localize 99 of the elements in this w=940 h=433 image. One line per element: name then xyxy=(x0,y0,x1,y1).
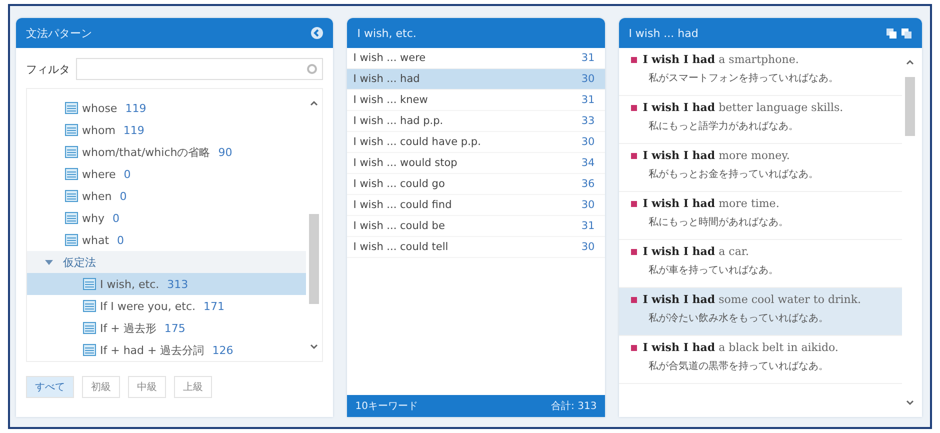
pattern-label: I wish ... could have p.p. xyxy=(353,136,481,148)
list-icon xyxy=(65,146,78,158)
pattern-row[interactable]: I wish ... had 30 xyxy=(347,69,605,90)
keyword-count: 10キーワード xyxy=(355,400,418,413)
list-icon xyxy=(65,124,78,136)
english-sentence: I wish I had more time. xyxy=(642,197,780,210)
pattern-label: I wish ... knew xyxy=(353,94,428,106)
bullet-icon xyxy=(630,200,637,206)
pattern-row[interactable]: I wish ... could go 36 xyxy=(347,174,605,195)
english-sentence: I wish I had a smartphone. xyxy=(642,53,799,66)
bullet-icon xyxy=(630,152,637,158)
list-icon xyxy=(65,234,78,246)
japanese-translation: 私が車を持っていればなあ。 xyxy=(648,264,780,277)
pattern-count: 30 xyxy=(581,199,595,211)
filter-field[interactable] xyxy=(76,58,324,80)
panel-title: I wish, etc. xyxy=(357,26,416,40)
level-button[interactable]: 上級 xyxy=(174,376,212,398)
japanese-translation: 私が合気道の黒帯を持っていればなあ。 xyxy=(648,360,830,373)
pattern-row[interactable]: I wish ... could have p.p. 30 xyxy=(347,132,605,153)
tree-item[interactable]: where 0 xyxy=(27,163,306,185)
level-button[interactable]: 初級 xyxy=(82,376,120,398)
pattern-count: 31 xyxy=(581,52,595,64)
english-sentence: I wish I had more money. xyxy=(642,149,790,162)
pattern-count: 31 xyxy=(581,94,595,106)
tree-item[interactable]: whom 119 xyxy=(27,119,306,141)
level-button[interactable]: すべて xyxy=(26,376,74,398)
sentence-item[interactable]: I wish I had a smartphone. 私がスマートフォンを持っていればなあ。 xyxy=(618,48,902,96)
tree-item[interactable]: why 0 xyxy=(27,207,306,229)
total-count: 合計: 313 xyxy=(551,400,597,413)
list-icon xyxy=(83,344,96,356)
japanese-translation: 私が冷たい飲み水をもっていればなあ。 xyxy=(648,312,830,325)
bullet-icon xyxy=(630,296,637,302)
scrollbar-thumb[interactable] xyxy=(309,214,320,304)
panel-title: 文法パターン xyxy=(26,26,92,40)
list-icon xyxy=(65,190,78,202)
pattern-count: 36 xyxy=(581,178,595,190)
sentence-item[interactable]: I wish I had better language skills. 私にもっと語学力があればなあ。 xyxy=(618,96,902,144)
english-sentence: I wish I had a car. xyxy=(642,245,749,258)
japanese-translation: 私がスマートフォンを持っていればなあ。 xyxy=(648,72,840,85)
bullet-icon xyxy=(630,248,637,254)
sentence-item[interactable]: I wish I had some cool water to drink. 私が冷たい飲み水をもっていればなあ。 xyxy=(618,288,902,336)
english-sentence: I wish I had some cool water to drink. xyxy=(642,293,862,306)
tree-item[interactable]: If + 過去形 175 xyxy=(27,317,306,339)
list-icon xyxy=(83,278,96,290)
pattern-row[interactable]: I wish ... could be 31 xyxy=(347,216,605,237)
pattern-count: 30 xyxy=(581,73,595,85)
sentence-item[interactable]: I wish I had more time. 私にもっと時間があればなあ。 xyxy=(618,192,902,240)
tree-item[interactable]: If I were you, etc. 171 xyxy=(27,295,306,317)
bullet-icon xyxy=(630,56,637,62)
scroll-down-icon[interactable] xyxy=(905,398,915,407)
list-icon xyxy=(65,102,78,114)
pattern-count: 33 xyxy=(581,115,595,127)
list-icon xyxy=(65,168,78,180)
pattern-row[interactable]: I wish ... would stop 34 xyxy=(347,153,605,174)
pattern-label: I wish ... could be xyxy=(353,220,445,232)
pattern-row[interactable]: I wish ... could tell 30 xyxy=(347,237,605,258)
filter-label: フィルタ xyxy=(26,62,70,76)
scroll-up-icon[interactable] xyxy=(309,99,320,108)
japanese-translation: 私がもっとお金を持っていればなあ。 xyxy=(648,168,820,181)
pattern-label: I wish ... could go xyxy=(353,178,445,190)
tree-item[interactable]: I wish, etc. 313 xyxy=(27,273,306,295)
level-button[interactable]: 中級 xyxy=(128,376,166,398)
pattern-label: I wish ... would stop xyxy=(353,157,458,169)
pattern-count: 31 xyxy=(581,220,595,232)
pattern-row[interactable]: I wish ... had p.p. 33 xyxy=(347,111,605,132)
bullet-icon xyxy=(630,344,637,350)
pattern-label: I wish ... could find xyxy=(353,199,452,211)
scroll-down-icon[interactable] xyxy=(309,342,320,351)
scroll-up-icon[interactable] xyxy=(905,58,915,67)
bullet-icon xyxy=(630,104,637,110)
tree-item[interactable]: whose 119 xyxy=(27,97,306,119)
panel-title: I wish ... had xyxy=(628,26,698,40)
sentence-item[interactable]: I wish I had a black belt in aikido. 私が合気道の黒帯を持っていればなあ。 xyxy=(618,336,902,384)
copy-icon[interactable] xyxy=(886,28,897,38)
pattern-label: I wish ... were xyxy=(353,52,426,64)
list-icon xyxy=(83,300,96,312)
pattern-count: 30 xyxy=(581,241,595,253)
english-sentence: I wish I had a black belt in aikido. xyxy=(642,341,838,354)
collapse-icon[interactable] xyxy=(311,27,324,39)
tree-item[interactable]: If + had + 過去分詞 126 xyxy=(27,339,306,361)
pattern-count: 30 xyxy=(581,136,595,148)
pattern-label: I wish ... had p.p. xyxy=(353,115,444,127)
pattern-count: 34 xyxy=(581,157,595,169)
pattern-label: I wish ... had xyxy=(353,73,420,85)
tree-group[interactable]: 仮定法 xyxy=(27,251,306,273)
tree-item[interactable]: what 0 xyxy=(27,229,306,251)
japanese-translation: 私にもっと時間があればなあ。 xyxy=(648,216,790,229)
pattern-row[interactable]: I wish ... could find 30 xyxy=(347,195,605,216)
japanese-translation: 私にもっと語学力があればなあ。 xyxy=(648,120,800,133)
tree-item[interactable]: when 0 xyxy=(27,185,306,207)
sentence-item[interactable]: I wish I had more money. 私がもっとお金を持っていればなあ。 xyxy=(618,144,902,192)
copy-icon[interactable] xyxy=(901,28,912,38)
pattern-label: I wish ... could tell xyxy=(353,241,448,253)
scrollbar-thumb[interactable] xyxy=(905,77,915,136)
list-icon xyxy=(65,212,78,224)
list-icon xyxy=(83,322,96,334)
tree-item[interactable]: whom/that/whichの省略 90 xyxy=(27,141,306,163)
pattern-row[interactable]: I wish ... knew 31 xyxy=(347,90,605,111)
english-sentence: I wish I had better language skills. xyxy=(642,101,844,114)
